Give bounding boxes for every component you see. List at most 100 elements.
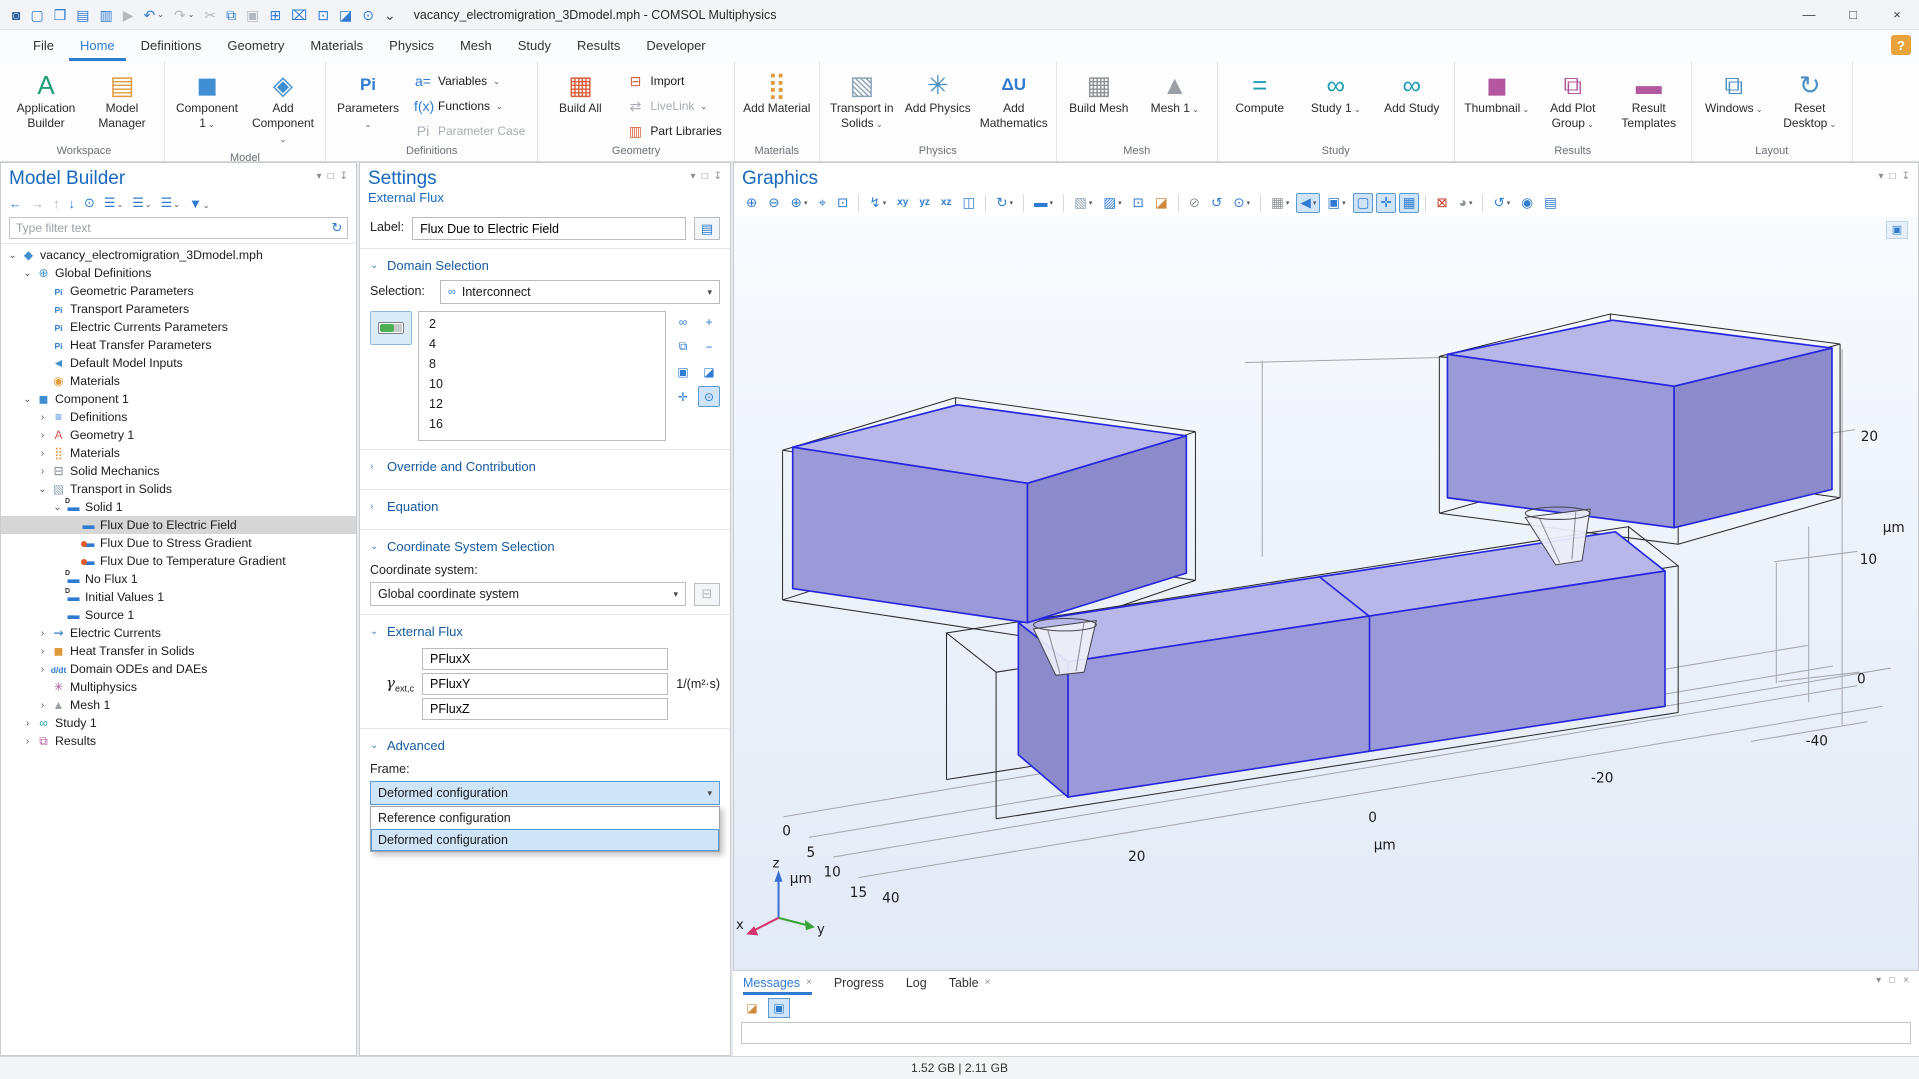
import-button[interactable]: ⊟Import <box>620 70 727 92</box>
zoom-in-icon[interactable]: ⊕ <box>742 193 761 213</box>
expander-icon[interactable]: › <box>35 628 50 639</box>
application-builder-button[interactable]: AApplication Builder <box>10 66 82 138</box>
section-coordinate-system[interactable]: ⌄ Coordinate System Selection <box>370 530 720 561</box>
tree-item-vacancy-electromigration-3dmodel-mph[interactable]: ⌄◆vacancy_electromigration_3Dmodel.mph <box>1 246 356 264</box>
reset-desktop-button[interactable]: ↻Reset Desktop ⌄ <box>1774 66 1846 138</box>
tree-item-materials[interactable]: ›⣿Materials <box>1 444 356 462</box>
close-tab-icon[interactable]: × <box>806 977 812 988</box>
filter-icon[interactable]: ▼⌄ <box>189 196 210 211</box>
domain-list-item[interactable]: 4 <box>419 334 665 354</box>
expander-icon[interactable]: › <box>35 700 50 711</box>
tree-item-electric-currents-parameters[interactable]: PiElectric Currents Parameters <box>1 318 356 336</box>
right-pad-box[interactable] <box>1447 320 1832 527</box>
frame-combobox[interactable]: Deformed configuration ▾ <box>370 781 720 805</box>
remove-from-selection-icon[interactable]: − <box>698 336 720 357</box>
expander-icon[interactable]: ⌄ <box>5 250 20 261</box>
tree-item-initial-values-1[interactable]: ▬DInitial Values 1 <box>1 588 356 606</box>
domain-list-item[interactable]: 8 <box>419 354 665 374</box>
tree-item-heat-transfer-parameters[interactable]: PiHeat Transfer Parameters <box>1 336 356 354</box>
close-tab-icon[interactable]: × <box>985 977 991 988</box>
tree-item-geometry-1[interactable]: ›AGeometry 1 <box>1 426 356 444</box>
menu-study[interactable]: Study <box>507 31 562 61</box>
add-component-button[interactable]: ◈Add Component ⌄ <box>247 66 319 149</box>
frame-option-reference-configuration[interactable]: Reference configuration <box>371 807 719 829</box>
paste[interactable]: ▣ <box>242 6 263 24</box>
pin-panel-icon[interactable]: ↧ <box>714 171 722 182</box>
selection-combobox[interactable]: ∞ Interconnect ▾ <box>440 280 720 304</box>
tab-log[interactable]: Log <box>906 971 927 995</box>
tree-item-domain-odes-and-daes[interactable]: ›d/dtDomain ODEs and DAEs <box>1 660 356 678</box>
deselect-box-icon[interactable]: ◪ <box>1151 193 1172 213</box>
tree-item-solid-mechanics[interactable]: ›⊟Solid Mechanics <box>1 462 356 480</box>
tree-item-flux-due-to-temperature-gradient[interactable]: ▬Flux Due to Temperature Gradient <box>1 552 356 570</box>
tree-item-flux-due-to-stress-gradient[interactable]: ▬Flux Due to Stress Gradient <box>1 534 356 552</box>
flux-field-x[interactable] <box>422 648 668 670</box>
domain-list-item[interactable]: 12 <box>419 394 665 414</box>
menu-developer[interactable]: Developer <box>635 31 716 61</box>
float-panel-icon[interactable]: □ <box>1889 975 1895 986</box>
expander-icon[interactable]: › <box>35 448 50 459</box>
transparency-icon[interactable]: ▣▾ <box>1323 193 1349 213</box>
tree-item-transport-in-solids[interactable]: ⌄▧Transport in Solids <box>1 480 356 498</box>
refresh-icon[interactable]: ↻ <box>327 220 347 236</box>
show-grid-icon[interactable]: ▦ <box>1399 193 1420 213</box>
select[interactable]: ⊡ <box>313 6 333 24</box>
panel-menu-icon[interactable]: ▾ <box>1879 171 1884 182</box>
plot-settings-icon[interactable]: ▣ <box>1886 221 1908 239</box>
zoom-out-icon[interactable]: ⊖ <box>764 193 783 213</box>
thumbnail-button[interactable]: ◼Thumbnail ⌄ <box>1461 66 1533 138</box>
show-bounding-box-icon[interactable]: ▢ <box>1353 193 1374 213</box>
model-manager-button[interactable]: ▤Model Manager <box>86 66 158 138</box>
float-panel-icon[interactable]: □ <box>702 171 708 182</box>
tree-item-component-1[interactable]: ⌄◼Component 1 <box>1 390 356 408</box>
tab-progress[interactable]: Progress <box>834 971 884 995</box>
flux-field-y[interactable] <box>422 673 668 695</box>
comsol-logo[interactable]: ◙ <box>8 6 24 24</box>
model-tree-node-text-icon[interactable]: ☰⌄ <box>161 195 180 211</box>
clear-selection-icon[interactable]: ◪ <box>698 361 720 382</box>
delete[interactable]: ⌧ <box>287 6 311 24</box>
label-input[interactable] <box>412 217 686 240</box>
tab-table[interactable]: Table× <box>949 971 991 995</box>
show-selection-icon[interactable]: ⊙ <box>698 386 720 407</box>
cut[interactable]: ✂ <box>200 6 220 24</box>
go-to-source-button[interactable]: ⊟ <box>694 583 720 606</box>
show-icon[interactable]: ⊙ <box>84 195 95 211</box>
menu-physics[interactable]: Physics <box>378 31 445 61</box>
tree-item-default-model-inputs[interactable]: ◄Default Model Inputs <box>1 354 356 372</box>
forward-icon[interactable]: → <box>31 196 44 211</box>
clear-messages-icon[interactable]: ◪ <box>741 998 763 1018</box>
reset-hiding-icon[interactable]: ↺ <box>1207 193 1226 213</box>
windows-button[interactable]: ⧉Windows ⌄ <box>1698 66 1770 138</box>
menu-mesh[interactable]: Mesh <box>449 31 503 61</box>
menu-results[interactable]: Results <box>566 31 631 61</box>
expander-icon[interactable]: › <box>35 412 50 423</box>
add-plot-group-button[interactable]: ⧉Add Plot Group ⌄ <box>1537 66 1609 138</box>
expander-icon[interactable]: › <box>20 736 35 747</box>
add-physics-button[interactable]: ✳Add Physics <box>902 66 974 138</box>
pin-panel-icon[interactable]: ↧ <box>1902 171 1910 182</box>
mesh-1-button[interactable]: ▲Mesh 1 ⌄ <box>1139 66 1211 138</box>
tree-item-no-flux-1[interactable]: ▬DNo Flux 1 <box>1 570 356 588</box>
study-1-button[interactable]: ∞Study 1 ⌄ <box>1300 66 1372 138</box>
move-up-icon[interactable]: ↑ <box>53 196 60 211</box>
tree-item-multiphysics[interactable]: ✳Multiphysics <box>1 678 356 696</box>
tree-item-mesh-1[interactable]: ›▲Mesh 1 <box>1 696 356 714</box>
expander-icon[interactable]: › <box>20 718 35 729</box>
flux-field-z[interactable] <box>422 698 668 720</box>
left-pad-box[interactable] <box>793 404 1187 622</box>
tree-item-global-definitions[interactable]: ⌄⊕Global Definitions <box>1 264 356 282</box>
menu-materials[interactable]: Materials <box>299 31 374 61</box>
go-to-yz-view-icon[interactable]: yz <box>915 195 934 211</box>
zoom-to-selection-icon[interactable]: ⊡ <box>833 193 852 213</box>
transport-in-solids-button[interactable]: ▧Transport in Solids ⌄ <box>826 66 898 138</box>
menu-home[interactable]: Home <box>69 31 126 61</box>
select-box-icon[interactable]: ⊡ <box>1129 193 1148 213</box>
livelink-button[interactable]: ⇄LiveLink⌄ <box>620 95 727 117</box>
add-material-button[interactable]: ⣿Add Material <box>741 66 813 138</box>
expander-icon[interactable]: ⌄ <box>50 502 65 513</box>
tree-item-results[interactable]: ›⧉Results <box>1 732 356 750</box>
rotate-icon[interactable]: ↻▾ <box>992 193 1017 213</box>
expander-icon[interactable]: › <box>35 646 50 657</box>
pin-panel-icon[interactable]: ↧ <box>340 171 348 182</box>
